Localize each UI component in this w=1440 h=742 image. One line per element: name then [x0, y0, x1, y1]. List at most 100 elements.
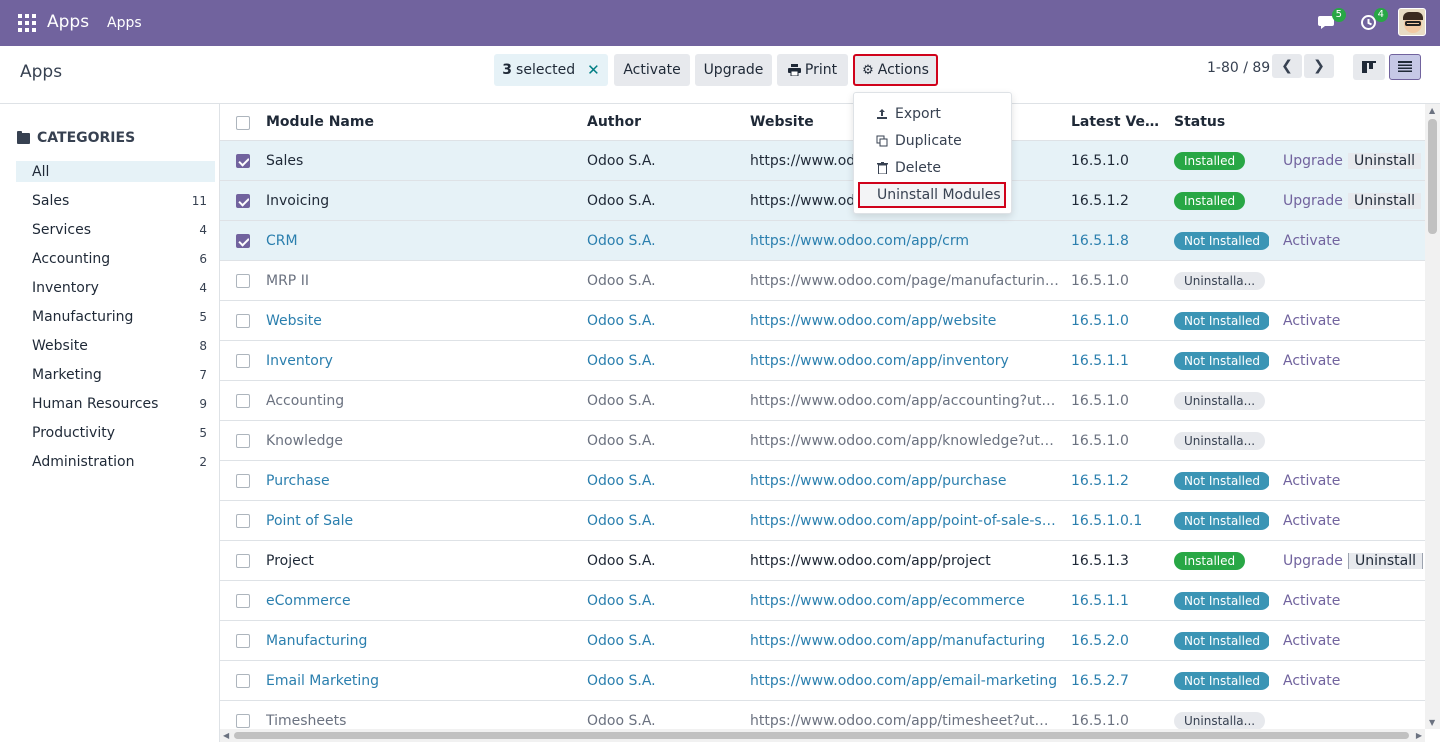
row-checkbox[interactable]: [236, 314, 250, 328]
sidebar-item-all[interactable]: All: [16, 161, 215, 182]
menu-item-export[interactable]: Export: [854, 102, 1011, 126]
table-row[interactable]: SalesOdoo S.A.https://www.odoo.com/app/s…: [220, 141, 1425, 181]
scroll-down-icon[interactable]: ▼: [1429, 718, 1435, 727]
table-row[interactable]: CRM Odoo S.A. https://www.odoo.com/app/crm…: [220, 221, 1425, 261]
row-checkbox[interactable]: [236, 554, 250, 568]
app-grid-icon[interactable]: [18, 14, 36, 32]
activate-link[interactable]: Activate: [1283, 673, 1340, 689]
sidebar-item-manufacturing[interactable]: Manufacturing 5: [16, 306, 215, 327]
menu-item-uninstall-modules[interactable]: Uninstall Modules: [858, 182, 1006, 208]
row-primary-action[interactable]: Activate: [1283, 513, 1353, 529]
row-checkbox[interactable]: [236, 234, 250, 248]
row-uninstall-action[interactable]: Uninstall: [1348, 152, 1422, 169]
module-website[interactable]: https://www.odoo.com/page/manufacturing?…: [750, 273, 1062, 289]
sidebar-item-services[interactable]: Services 4: [16, 219, 215, 240]
table-row[interactable]: Point of Sale Odoo S.A. https://www.odoo.c…: [220, 501, 1425, 541]
table-row[interactable]: Purchase Odoo S.A. https://www.odoo.com/ap…: [220, 461, 1425, 501]
table-row[interactable]: Project Odoo S.A. https://www.odoo.com/app…: [220, 541, 1425, 581]
module-website[interactable]: https://www.odoo.com/app/purchase: [750, 473, 1062, 489]
activities-button[interactable]: 4: [1356, 8, 1388, 34]
unselect-all-icon[interactable]: ✕: [587, 61, 600, 79]
table-row[interactable]: Knowledge Odoo S.A. https://www.odoo.com/a…: [220, 421, 1425, 461]
uninstall-button[interactable]: Uninstall: [1348, 152, 1422, 169]
table-row[interactable]: Inventory Odoo S.A. https://www.odoo.com/a…: [220, 341, 1425, 381]
scroll-right-icon[interactable]: ▶: [1416, 731, 1422, 740]
row-checkbox[interactable]: [236, 154, 250, 168]
menu-item-duplicate[interactable]: Duplicate: [854, 129, 1011, 153]
row-checkbox[interactable]: [236, 194, 250, 208]
row-checkbox[interactable]: [236, 474, 250, 488]
sidebar-item-marketing[interactable]: Marketing 7: [16, 364, 215, 385]
module-website[interactable]: https://www.odoo.com/app/website: [750, 313, 1062, 329]
row-uninstall-action[interactable]: Uninstall: [1348, 192, 1422, 209]
module-website[interactable]: https://www.odoo.com/app/manufacturing: [750, 633, 1062, 649]
row-primary-action[interactable]: Activate: [1283, 633, 1353, 649]
module-website[interactable]: https://www.odoo.com/app/email-marketing: [750, 673, 1062, 689]
activate-button[interactable]: Activate: [614, 54, 690, 86]
row-primary-action[interactable]: Activate: [1283, 313, 1353, 329]
row-primary-action[interactable]: Upgrade: [1283, 553, 1353, 569]
horizontal-scrollbar[interactable]: ◀ ▶: [220, 729, 1425, 742]
pager-next-button[interactable]: ❯: [1304, 54, 1334, 78]
row-primary-action[interactable]: Activate: [1283, 233, 1353, 249]
activate-link[interactable]: Activate: [1283, 513, 1340, 529]
module-website[interactable]: https://www.odoo.com/app/inventory: [750, 353, 1062, 369]
sidebar-item-productivity[interactable]: Productivity 5: [16, 422, 215, 443]
module-website[interactable]: https://www.odoo.com/app/crm: [750, 233, 1062, 249]
activate-link[interactable]: Activate: [1283, 473, 1340, 489]
messages-button[interactable]: 5: [1314, 8, 1346, 34]
row-primary-action[interactable]: Activate: [1283, 473, 1353, 489]
sidebar-item-administration[interactable]: Administration 2: [16, 451, 215, 472]
row-primary-action[interactable]: Upgrade: [1283, 153, 1353, 169]
sidebar-item-sales[interactable]: Sales 11: [16, 190, 215, 211]
list-view-button[interactable]: [1389, 54, 1421, 80]
row-checkbox[interactable]: [236, 594, 250, 608]
uninstall-button[interactable]: Uninstall: [1348, 552, 1424, 569]
sidebar-item-accounting[interactable]: Accounting 6: [16, 248, 215, 269]
activate-link[interactable]: Activate: [1283, 233, 1340, 249]
print-button[interactable]: Print: [777, 54, 848, 86]
brand-title[interactable]: Apps: [47, 12, 89, 32]
header-module-name[interactable]: Module Name: [266, 114, 576, 130]
table-row[interactable]: Website Odoo S.A. https://www.odoo.com/app…: [220, 301, 1425, 341]
row-uninstall-action[interactable]: Uninstall: [1348, 552, 1424, 569]
vertical-scroll-thumb[interactable]: [1428, 119, 1437, 234]
activate-link[interactable]: Activate: [1283, 593, 1340, 609]
sidebar-item-human-resources[interactable]: Human Resources 9: [16, 393, 215, 414]
pager-previous-button[interactable]: ❮: [1272, 54, 1302, 78]
module-website[interactable]: https://www.odoo.com/app/knowledge?utm_s…: [750, 433, 1062, 449]
header-latest-version[interactable]: Latest Versi...: [1071, 114, 1163, 130]
vertical-scrollbar[interactable]: ▲ ▼: [1425, 104, 1440, 729]
row-checkbox[interactable]: [236, 714, 250, 728]
row-primary-action[interactable]: Activate: [1283, 673, 1353, 689]
module-website[interactable]: https://www.odoo.com/app/accounting?utm_…: [750, 393, 1062, 409]
nav-menu-apps[interactable]: Apps: [107, 15, 142, 31]
module-website[interactable]: https://www.odoo.com/app/ecommerce: [750, 593, 1062, 609]
module-website[interactable]: https://www.odoo.com/app/point-of-sale-s…: [750, 513, 1062, 529]
upgrade-link[interactable]: Upgrade: [1283, 153, 1343, 169]
row-checkbox[interactable]: [236, 274, 250, 288]
row-checkbox[interactable]: [236, 674, 250, 688]
header-status[interactable]: Status: [1174, 114, 1269, 130]
actions-button[interactable]: ⚙ Actions: [853, 54, 938, 86]
activate-link[interactable]: Activate: [1283, 353, 1340, 369]
header-author[interactable]: Author: [587, 114, 737, 130]
menu-item-delete[interactable]: Delete: [854, 156, 1011, 180]
row-checkbox[interactable]: [236, 634, 250, 648]
scroll-left-icon[interactable]: ◀: [223, 731, 229, 740]
table-row[interactable]: eCommerce Odoo S.A. https://www.odoo.com/a…: [220, 581, 1425, 621]
horizontal-scroll-thumb[interactable]: [234, 732, 1409, 739]
module-website[interactable]: https://www.odoo.com/app/timesheet?utm_s…: [750, 713, 1062, 729]
row-checkbox[interactable]: [236, 514, 250, 528]
table-row[interactable]: MRP II Odoo S.A. https://www.odoo.com/page…: [220, 261, 1425, 301]
table-row[interactable]: InvoicingOdoo S.A.https://www.odoo.com/a…: [220, 181, 1425, 221]
upgrade-button[interactable]: Upgrade: [695, 54, 772, 86]
pager-value[interactable]: 1-80 / 89: [1207, 60, 1270, 76]
user-avatar[interactable]: [1398, 8, 1426, 36]
table-row[interactable]: Manufacturing Odoo S.A. https://www.odoo.c…: [220, 621, 1425, 661]
activate-link[interactable]: Activate: [1283, 313, 1340, 329]
row-checkbox[interactable]: [236, 354, 250, 368]
uninstall-button[interactable]: Uninstall: [1348, 192, 1422, 209]
upgrade-link[interactable]: Upgrade: [1283, 553, 1343, 569]
module-website[interactable]: https://www.odoo.com/app/project: [750, 553, 1062, 569]
